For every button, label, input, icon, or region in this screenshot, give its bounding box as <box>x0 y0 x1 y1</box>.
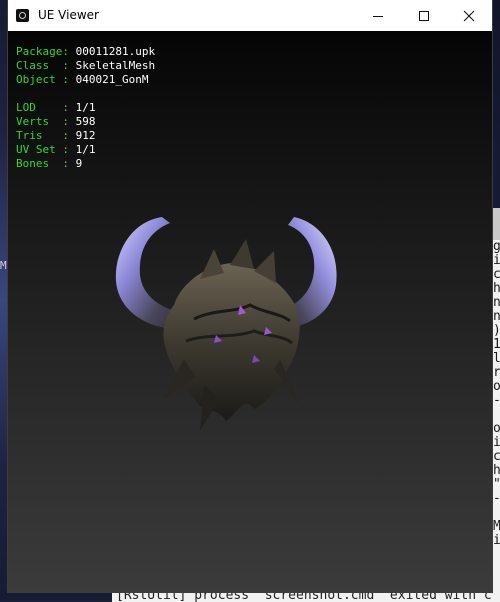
mesh-info-label: LOD <box>16 101 63 114</box>
terminal-line: i <box>493 435 500 450</box>
close-button[interactable] <box>446 0 492 31</box>
title-bar[interactable]: UE Viewer <box>8 0 492 31</box>
terminal-line: n <box>493 309 500 324</box>
maximize-button[interactable] <box>401 0 447 31</box>
terminal-line: g <box>493 239 500 254</box>
terminal-line: n <box>493 295 500 310</box>
mesh-info-row: LOD : 1/1 <box>16 101 96 114</box>
mesh-info-overlay: Package: 00011281.upk Class : SkeletalMes… <box>16 45 155 171</box>
background-terminal-header <box>492 208 500 240</box>
terminal-line: M <box>493 519 500 534</box>
background-window-text: M <box>0 259 7 272</box>
mesh-info-value: 1/1 <box>75 101 96 114</box>
mesh-info-row: Verts : 598 <box>16 115 96 128</box>
mesh-info-value: 040021_GonM <box>75 73 149 86</box>
window-title: UE Viewer <box>38 8 99 22</box>
mesh-info-row: UV Set : 1/1 <box>16 143 96 156</box>
mesh-info-label: UV Set <box>16 143 63 156</box>
mesh-info-label: Bones <box>16 157 63 170</box>
mesh-info-value: SkeletalMesh <box>75 59 156 72</box>
terminal-line: h <box>493 281 500 296</box>
minimize-icon <box>373 15 383 17</box>
mesh-info-label: Class <box>16 59 63 72</box>
mesh-info-value: 9 <box>75 157 83 170</box>
terminal-line: ) <box>492 324 500 338</box>
terminal-line: i <box>493 253 500 268</box>
close-icon <box>463 10 475 21</box>
mesh-info-label: Tris <box>16 129 63 142</box>
terminal-line: c <box>493 267 500 282</box>
background-terminal-lines: gichnn)1lro-oich"-Mi <box>492 240 500 548</box>
mesh-info-row: Bones : 9 <box>16 157 83 170</box>
terminal-line: " <box>492 478 500 492</box>
mesh-info-value: 1/1 <box>75 143 96 156</box>
ue-viewer-window[interactable]: UE Viewer Package: 00011281.upk Class : S… <box>8 0 492 592</box>
terminal-line: o <box>493 379 500 394</box>
terminal-line: - <box>492 492 500 506</box>
mesh-info-row: Class : SkeletalMesh <box>16 59 156 72</box>
background-terminal-window[interactable]: gichnn)1lro-oich"-Mi <box>492 208 500 600</box>
3d-viewport[interactable]: Package: 00011281.upk Class : SkeletalMes… <box>8 31 492 592</box>
mesh-info-value: 00011281.upk <box>75 45 156 58</box>
minimize-button[interactable] <box>355 0 401 31</box>
mesh-info-row: Tris : 912 <box>16 129 96 142</box>
mesh-info-value: 598 <box>75 115 96 128</box>
terminal-line: - <box>492 394 500 408</box>
mesh-info-label: Verts <box>16 115 63 128</box>
mesh-info-row: Object : 040021_GonM <box>16 73 149 86</box>
skeletal-mesh-helmet <box>115 217 337 431</box>
mesh-info-row: Package: 00011281.upk <box>16 45 156 58</box>
mesh-info-label: Object <box>16 73 63 86</box>
terminal-line: h <box>493 463 500 478</box>
terminal-line: l <box>493 351 500 366</box>
terminal-line: o <box>493 421 500 436</box>
mesh-info-label: Package <box>16 45 63 58</box>
terminal-line: i <box>493 533 500 548</box>
terminal-line: r <box>493 365 500 380</box>
maximize-icon <box>419 10 429 21</box>
terminal-line: c <box>493 449 500 464</box>
app-icon <box>16 9 29 22</box>
mesh-info-value: 912 <box>75 129 96 142</box>
terminal-line: 1 <box>493 337 500 352</box>
